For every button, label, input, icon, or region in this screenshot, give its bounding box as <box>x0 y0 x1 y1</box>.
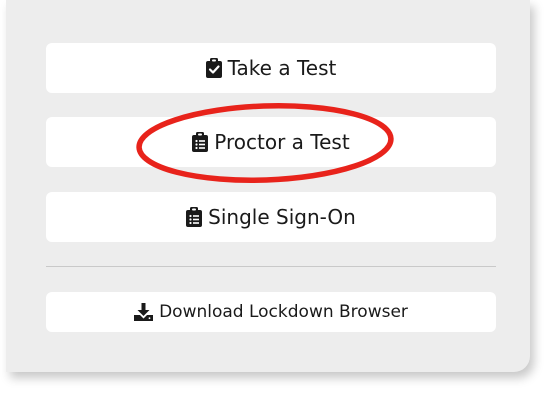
take-a-test-label: Take a Test <box>227 56 337 80</box>
clipboard-check-icon <box>205 58 222 78</box>
download-lockdown-browser-button[interactable]: Download Lockdown Browser <box>46 292 496 332</box>
single-sign-on-button[interactable]: Single Sign-On <box>46 192 496 242</box>
proctor-a-test-button[interactable]: Proctor a Test <box>46 117 496 167</box>
take-a-test-button[interactable]: Take a Test <box>46 43 496 93</box>
download-icon <box>134 303 154 321</box>
single-sign-on-label: Single Sign-On <box>208 205 356 229</box>
clipboard-list-icon <box>186 207 203 227</box>
proctor-a-test-label: Proctor a Test <box>214 130 350 154</box>
clipboard-list-icon <box>192 132 209 152</box>
download-lockdown-browser-label: Download Lockdown Browser <box>159 302 408 322</box>
screenshot-stage: Take a Test Proctor a Test Single Sign-O… <box>0 0 550 400</box>
section-divider <box>46 266 496 267</box>
